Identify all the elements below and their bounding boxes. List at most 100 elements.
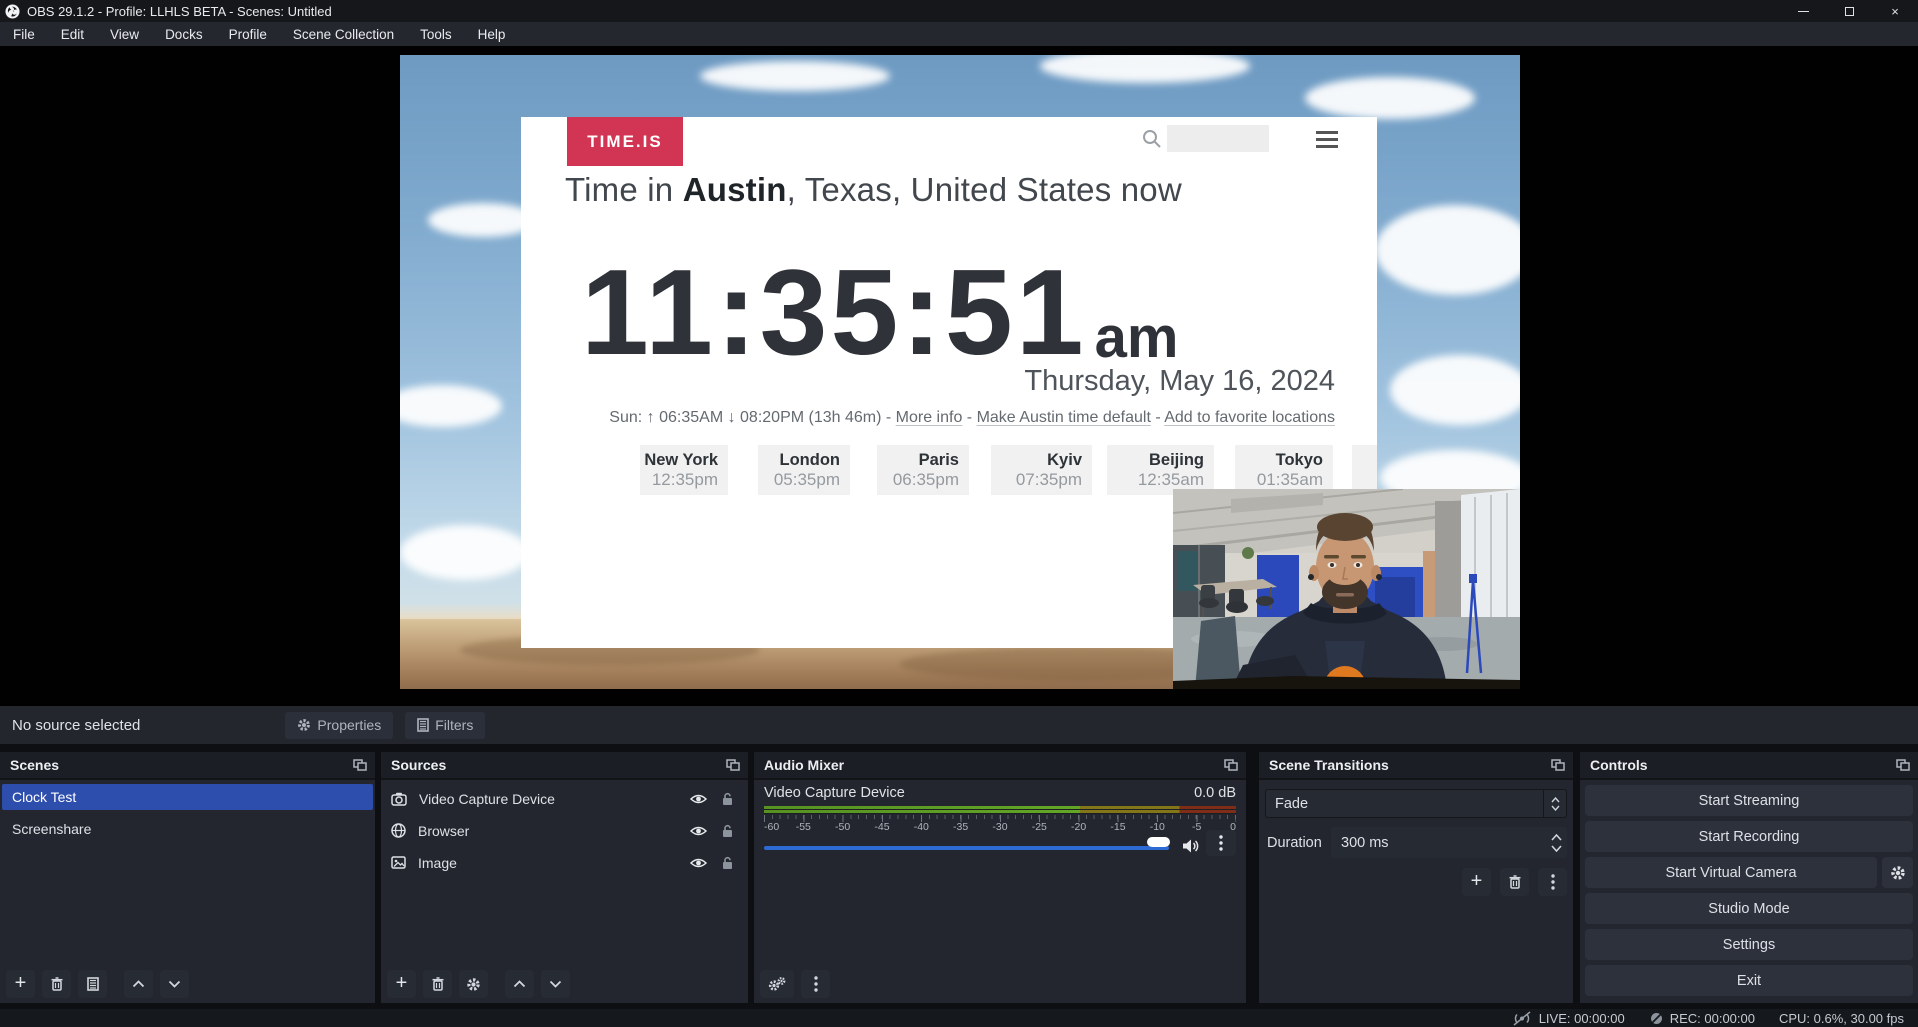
properties-button[interactable]: Properties bbox=[285, 712, 393, 739]
source-row-video-capture[interactable]: Video Capture Device bbox=[381, 786, 748, 811]
source-properties-button[interactable] bbox=[459, 970, 488, 998]
spin-up-icon[interactable] bbox=[1551, 834, 1562, 841]
mixer-channel-name: Video Capture Device bbox=[764, 785, 905, 801]
chevron-up-icon bbox=[132, 980, 145, 988]
transitions-toolbar: + bbox=[1462, 868, 1567, 896]
chevron-down-icon bbox=[549, 980, 562, 988]
source-up-button[interactable] bbox=[505, 970, 534, 998]
site-search bbox=[1141, 125, 1269, 152]
menu-edit[interactable]: Edit bbox=[48, 24, 97, 45]
remove-transition-button[interactable] bbox=[1500, 868, 1529, 896]
program-canvas[interactable]: TIME.IS Time in Austin, Texas, United St… bbox=[400, 55, 1520, 689]
spin-down-icon[interactable] bbox=[1551, 845, 1562, 852]
popout-icon[interactable] bbox=[1551, 759, 1565, 771]
start-virtual-camera-button[interactable]: Start Virtual Camera bbox=[1585, 857, 1877, 888]
kebab-menu-icon bbox=[814, 976, 818, 992]
menu-docks[interactable]: Docks bbox=[152, 24, 216, 45]
lock-icon[interactable] bbox=[721, 856, 734, 870]
audio-level-meter bbox=[764, 806, 1236, 814]
kebab-menu-icon bbox=[1219, 835, 1223, 851]
mixer-db-value: 0.0 dB bbox=[1194, 785, 1236, 801]
world-time-tile: Tokyo 01:35am bbox=[1235, 445, 1333, 495]
no-source-message: No source selected bbox=[12, 717, 140, 734]
add-scene-button[interactable]: + bbox=[6, 970, 35, 998]
maximize-button[interactable] bbox=[1826, 0, 1872, 22]
filter-icon bbox=[417, 718, 429, 732]
window-title: OBS 29.1.2 - Profile: LLHLS BETA - Scene… bbox=[27, 4, 332, 19]
source-down-button[interactable] bbox=[541, 970, 570, 998]
trash-icon bbox=[1509, 875, 1521, 889]
settings-button[interactable]: Settings bbox=[1585, 929, 1913, 960]
webcam-overlay bbox=[1173, 489, 1520, 689]
popout-icon[interactable] bbox=[726, 759, 740, 771]
obs-logo-icon bbox=[5, 4, 20, 19]
cloud bbox=[400, 385, 502, 427]
transition-select[interactable]: Fade bbox=[1265, 789, 1567, 818]
transition-menu-button[interactable] bbox=[1538, 868, 1567, 896]
scene-filters-button[interactable] bbox=[78, 970, 107, 998]
menu-view[interactable]: View bbox=[97, 24, 152, 45]
scene-item-clock-test[interactable]: Clock Test bbox=[2, 784, 373, 810]
world-time-tile: Paris 06:35pm bbox=[877, 445, 969, 495]
scene-down-button[interactable] bbox=[160, 970, 189, 998]
filter-icon bbox=[87, 977, 99, 991]
image-icon bbox=[391, 856, 406, 869]
search-icon bbox=[1141, 128, 1163, 150]
controls-title: Controls bbox=[1590, 757, 1648, 773]
cloud bbox=[1305, 77, 1475, 119]
advanced-audio-button[interactable] bbox=[760, 970, 794, 998]
popout-icon[interactable] bbox=[353, 759, 367, 771]
speaker-icon[interactable] bbox=[1182, 838, 1200, 854]
menu-help[interactable]: Help bbox=[465, 24, 519, 45]
lock-icon[interactable] bbox=[721, 824, 734, 838]
studio-mode-button[interactable]: Studio Mode bbox=[1585, 893, 1913, 924]
world-time-tile: New York 12:35pm bbox=[640, 445, 728, 495]
exit-button[interactable]: Exit bbox=[1585, 965, 1913, 996]
minimize-button[interactable] bbox=[1780, 0, 1826, 22]
make-default-link: Make Austin time default bbox=[977, 409, 1151, 426]
source-row-image[interactable]: Image bbox=[381, 850, 748, 875]
trash-icon bbox=[51, 977, 63, 991]
sources-dock: Sources Video Capture Device bbox=[381, 752, 748, 1003]
cloud bbox=[1390, 355, 1520, 425]
volume-slider[interactable] bbox=[764, 846, 1169, 850]
start-recording-button[interactable]: Start Recording bbox=[1585, 821, 1913, 852]
hamburger-menu-icon bbox=[1316, 131, 1338, 152]
remove-scene-button[interactable] bbox=[42, 970, 71, 998]
mixer-channel-menu-button[interactable] bbox=[1206, 830, 1236, 856]
rec-status: REC: 00:00:00 bbox=[1649, 1011, 1755, 1026]
remove-source-button[interactable] bbox=[423, 970, 452, 998]
gear-icon bbox=[297, 718, 311, 732]
visibility-eye-icon[interactable] bbox=[690, 793, 707, 805]
menu-tools[interactable]: Tools bbox=[407, 24, 465, 45]
virtual-camera-config-button[interactable] bbox=[1882, 857, 1913, 888]
source-row-browser[interactable]: Browser bbox=[381, 818, 748, 843]
add-transition-button[interactable]: + bbox=[1462, 868, 1491, 896]
live-status: LIVE: 00:00:00 bbox=[1511, 1011, 1625, 1026]
menu-file[interactable]: File bbox=[0, 24, 48, 45]
visibility-eye-icon[interactable] bbox=[690, 857, 707, 869]
audio-mixer-title: Audio Mixer bbox=[764, 757, 844, 773]
popout-icon[interactable] bbox=[1896, 759, 1910, 771]
scene-up-button[interactable] bbox=[124, 970, 153, 998]
volume-slider-handle[interactable] bbox=[1147, 837, 1170, 847]
more-info-link: More info bbox=[896, 409, 963, 426]
scene-item-screenshare[interactable]: Screenshare bbox=[2, 816, 373, 842]
camera-icon bbox=[391, 792, 407, 806]
menu-scene-collection[interactable]: Scene Collection bbox=[280, 24, 407, 45]
chevron-down-icon bbox=[168, 980, 181, 988]
mixer-menu-button[interactable] bbox=[801, 970, 830, 998]
lock-icon[interactable] bbox=[721, 792, 734, 806]
filters-button[interactable]: Filters bbox=[405, 712, 485, 739]
gear-icon bbox=[1890, 865, 1906, 881]
duration-spinbox[interactable]: 300 ms bbox=[1331, 827, 1567, 858]
add-favorite-link: Add to favorite locations bbox=[1164, 409, 1335, 426]
popout-icon[interactable] bbox=[1224, 759, 1238, 771]
start-streaming-button[interactable]: Start Streaming bbox=[1585, 785, 1913, 816]
visibility-eye-icon[interactable] bbox=[690, 825, 707, 837]
menu-profile[interactable]: Profile bbox=[216, 24, 280, 45]
close-button[interactable]: × bbox=[1872, 0, 1918, 22]
preview-area: TIME.IS Time in Austin, Texas, United St… bbox=[0, 46, 1918, 706]
add-source-button[interactable]: + bbox=[387, 970, 416, 998]
world-time-tile: London 05:35pm bbox=[758, 445, 850, 495]
